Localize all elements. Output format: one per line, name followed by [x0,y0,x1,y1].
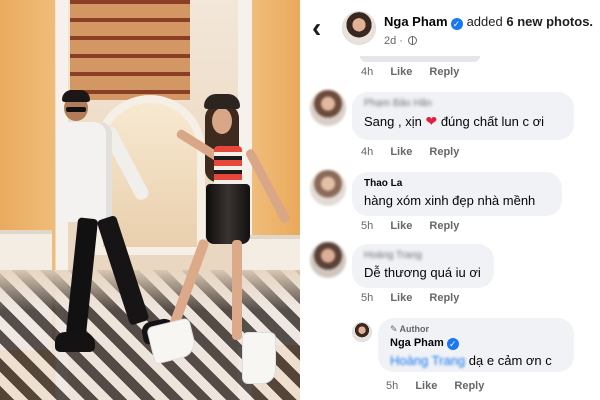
reply-author-avatar[interactable] [352,322,372,342]
pencil-icon: ✎ [390,324,398,334]
verified-badge-icon: ✓ [446,338,459,350]
heart-icon: ❤ [425,113,438,129]
reply-button[interactable]: Reply [454,380,484,392]
commenter-avatar[interactable] [310,242,346,278]
comment-text-end: đúng chất lun c ơi [440,114,545,129]
previous-comment-reply-button[interactable]: Reply [429,66,459,78]
mention-link[interactable]: Hoàng Trang [390,353,465,368]
comment-actions: 4h Like Reply [361,146,459,158]
woman-hat [204,94,240,109]
comment-text: Sang , xịn ❤ đúng chất lun c ơi [364,113,562,130]
comment-time[interactable]: 5h [361,220,373,232]
man-shirt [56,122,112,222]
commenter-avatar[interactable] [310,90,346,126]
comment-bubble: Phạm Bảo Hân Sang , xịn ❤ đúng chất lun … [352,92,574,140]
previous-comment-time: 4h [361,66,374,78]
comment-time[interactable]: 4h [361,146,373,158]
commenter-avatar[interactable] [310,170,346,206]
reply-time[interactable]: 5h [386,380,398,392]
reply-actions: 5h Like Reply [386,380,484,392]
comment-actions: 5h Like Reply [361,220,459,232]
author-avatar[interactable] [342,11,376,45]
verified-badge-icon: ✓ [450,18,463,30]
comment-text: Dễ thương quá iu ơi [364,265,481,280]
reply-button[interactable]: Reply [429,146,459,158]
woman-leg-right [232,240,242,340]
reply-bubble: ✎ Author Nga Pham ✓ Hoàng Trang dạ e cảm ơ… [378,318,574,372]
post-photo[interactable] [0,0,300,400]
man-sunglasses [66,107,86,112]
commenter-name[interactable]: Phạm Bảo Hân [364,98,562,109]
man-hair [62,90,90,102]
woman-boot-right [242,332,276,384]
like-button[interactable]: Like [415,380,437,392]
man-shoe-left [55,332,95,352]
comment-bubble: Hoàng Trang Dễ thương quá iu ơi [352,244,494,288]
post-action-prefix: added [466,14,503,29]
like-button[interactable]: Like [390,220,412,232]
reply-text-body: dạ e cảm ơn c [468,353,552,368]
globe-icon [408,36,418,45]
woman-striped-top [214,146,242,186]
like-button[interactable]: Like [390,292,412,304]
comment-text-start: Sang , xịn [364,114,422,129]
woman-leather-skirt [206,184,250,244]
back-arrow-icon[interactable]: ‹ [312,14,330,42]
post-action-count: 6 new photos. [506,14,594,29]
reply-button[interactable]: Reply [429,220,459,232]
comment-actions: 5h Like Reply [361,292,459,304]
post-header: ‹ Nga Pham ✓ added 6 new photos. 2d · [300,0,600,58]
comment-text: hàng xóm xinh đẹp nhà mềnh [364,193,536,208]
reply-button[interactable]: Reply [429,292,459,304]
commenter-name[interactable]: Thao La [364,178,550,189]
post-action-text: added 6 new photos. [467,14,593,29]
commenter-name[interactable]: Hoàng Trang [364,250,482,261]
post-author-line: Nga Pham ✓ added 6 new photos. [384,14,593,30]
reply-author-name[interactable]: Nga Pham [390,337,444,349]
previous-comment-like-button[interactable]: Like [390,66,412,78]
photo-ceiling [70,0,190,100]
comment-bubble: Thao La hàng xóm xinh đẹp nhà mềnh [352,172,562,216]
comments-panel: ‹ Nga Pham ✓ added 6 new photos. 2d · 4h L… [300,0,600,400]
author-badge: ✎ Author [390,324,562,335]
post-author-name[interactable]: Nga Pham [384,14,448,29]
author-badge-label: Author [399,324,430,334]
photo-floor-fade [0,270,300,310]
post-time[interactable]: 2d [384,35,396,47]
comment-time[interactable]: 5h [361,292,373,304]
like-button[interactable]: Like [390,146,412,158]
woman-face [212,108,232,134]
previous-comment-actions: 4h Like Reply [361,66,459,78]
post-meta: 2d · [384,35,418,47]
reply-text: Hoàng Trang dạ e cảm ơn c [390,353,562,368]
reply-author-name-line: Nga Pham ✓ [390,337,562,350]
previous-comment-edge [360,56,480,62]
